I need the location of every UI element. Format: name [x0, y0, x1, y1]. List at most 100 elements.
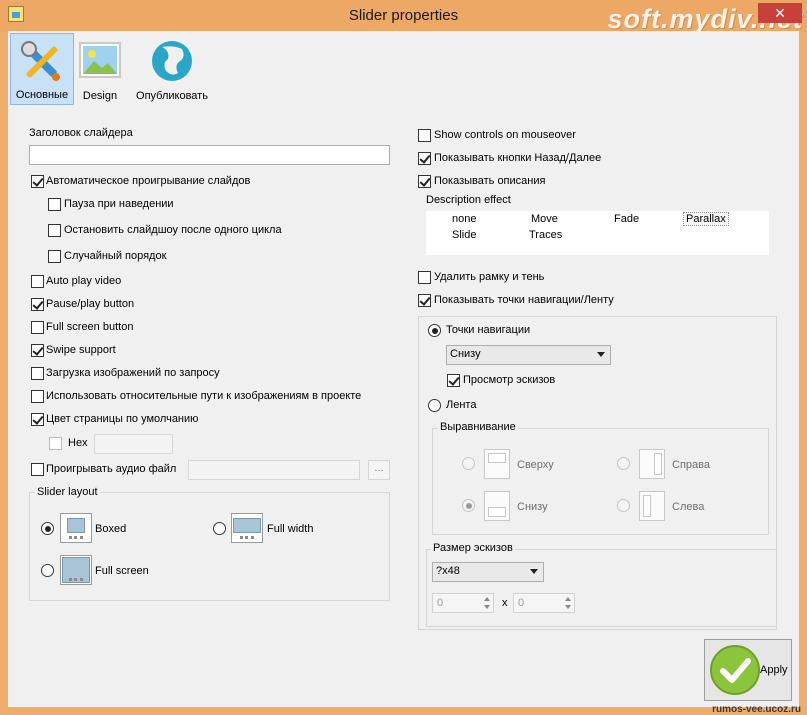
stop-after-cycle-label: Остановить слайдшоу после одного цикла [64, 224, 282, 236]
thumb-size-select[interactable]: ?x48 [432, 562, 544, 582]
auto-play-video-label: Auto play video [46, 275, 122, 287]
random-order-checkbox[interactable] [48, 250, 61, 263]
pause-play-button-checkbox[interactable] [31, 298, 44, 311]
description-effect-list[interactable]: none Move Fade Parallax Slide Traces [426, 211, 769, 255]
show-controls-label: Show controls on mouseover [434, 129, 576, 141]
audio-file-input[interactable] [188, 460, 360, 480]
align-right-label: Справа [672, 459, 710, 471]
show-nav-checkbox[interactable] [418, 294, 431, 307]
full-screen-layout-icon [60, 555, 92, 585]
tab-design-label: Design [82, 90, 118, 102]
close-button[interactable]: ✕ [758, 3, 802, 23]
remove-frame-checkbox[interactable] [418, 271, 431, 284]
page-color-label: Цвет страницы по умолчанию [46, 413, 199, 425]
align-left-label: Слева [672, 501, 705, 513]
layout-full-screen-label: Full screen [95, 565, 149, 577]
align-bottom-label: Снизу [517, 501, 548, 513]
thumb-width-spinner[interactable]: 0 [432, 593, 494, 613]
alignment-title: Выравнивание [438, 421, 518, 433]
hex-label: Hex [68, 437, 88, 449]
apply-button[interactable]: Apply [704, 639, 792, 701]
effect-none[interactable]: none [452, 213, 476, 225]
layout-full-width-radio[interactable] [213, 522, 226, 535]
ribbon-radio[interactable] [428, 399, 441, 412]
align-right-radio[interactable] [617, 457, 630, 470]
thumb-size-title: Размер эскизов [431, 542, 515, 554]
pause-hover-label: Пауза при наведении [64, 198, 174, 210]
auto-play-video-checkbox[interactable] [31, 275, 44, 288]
hex-input[interactable] [94, 434, 173, 454]
full-screen-button-label: Full screen button [46, 321, 134, 333]
dialog-body: Основные Design Опубликовать Заголовок с… [8, 31, 799, 707]
effect-fade[interactable]: Fade [614, 213, 639, 225]
align-bottom-icon [484, 491, 510, 521]
checkmark-icon [710, 645, 760, 695]
pause-play-button-label: Pause/play button [46, 298, 135, 310]
relative-paths-label: Использовать относительные пути к изобра… [46, 390, 362, 402]
align-left-radio[interactable] [617, 499, 630, 512]
nav-points-radio[interactable] [428, 324, 441, 337]
show-descriptions-label: Показывать описания [434, 175, 546, 187]
tab-publish[interactable]: Опубликовать [128, 33, 216, 105]
show-descriptions-checkbox[interactable] [418, 175, 431, 188]
slider-title-input[interactable] [29, 145, 390, 165]
thumbs-preview-checkbox[interactable] [447, 374, 460, 387]
footer-watermark: rumos-vee.ucoz.ru [712, 704, 801, 715]
browse-audio-button[interactable]: ... [368, 460, 390, 480]
layout-full-width-label: Full width [267, 523, 314, 535]
tab-design[interactable]: Design [76, 33, 124, 105]
landscape-picture-icon [79, 42, 121, 78]
nav-points-label: Точки навигации [446, 324, 531, 336]
audio-checkbox[interactable] [31, 463, 44, 476]
align-bottom-radio[interactable] [462, 499, 475, 512]
full-screen-button-checkbox[interactable] [31, 321, 44, 334]
autoplay-checkbox[interactable] [31, 175, 44, 188]
tab-publish-label: Опубликовать [136, 90, 208, 102]
layout-full-screen-radio[interactable] [41, 564, 54, 577]
swipe-support-label: Swipe support [46, 344, 116, 356]
tab-general-label: Основные [15, 89, 69, 101]
nav-position-select[interactable]: Снизу [446, 345, 611, 365]
pause-hover-checkbox[interactable] [48, 198, 61, 211]
thumb-height-spinner[interactable]: 0 [513, 593, 575, 613]
random-order-label: Случайный порядок [64, 250, 167, 262]
audio-label: Проигрывать аудио файл [46, 463, 177, 475]
apply-label: Apply [760, 664, 788, 676]
thumb-size-x-label: x [502, 597, 508, 609]
swipe-support-checkbox[interactable] [31, 344, 44, 357]
thumbs-preview-label: Просмотр эскизов [463, 374, 556, 386]
alignment-group [432, 428, 769, 535]
align-top-label: Сверху [517, 459, 554, 471]
layout-boxed-label: Boxed [95, 523, 127, 535]
thumb-size-group [426, 549, 777, 627]
close-icon: ✕ [774, 5, 786, 21]
boxed-layout-icon [60, 513, 92, 543]
effect-traces[interactable]: Traces [529, 229, 562, 241]
remove-frame-label: Удалить рамку и тень [434, 271, 545, 283]
page-color-checkbox[interactable] [31, 413, 44, 426]
slider-layout-title: Slider layout [35, 486, 100, 498]
stop-after-cycle-checkbox[interactable] [48, 224, 61, 237]
effect-move[interactable]: Move [531, 213, 558, 225]
ribbon-label: Лента [446, 399, 477, 411]
align-right-icon [639, 449, 665, 479]
align-left-icon [639, 491, 665, 521]
slider-title-label: Заголовок слайдера [29, 127, 133, 139]
tab-general[interactable]: Основные [10, 33, 74, 105]
lazy-load-checkbox[interactable] [31, 367, 44, 380]
wrench-screwdriver-icon [21, 41, 60, 81]
autoplay-label: Автоматическое проигрывание слайдов [46, 175, 251, 187]
hex-checkbox[interactable] [49, 437, 62, 450]
lazy-load-label: Загрузка изображений по запросу [46, 367, 220, 379]
relative-paths-checkbox[interactable] [31, 390, 44, 403]
full-width-layout-icon [231, 513, 263, 543]
layout-boxed-radio[interactable] [41, 522, 54, 535]
effect-parallax[interactable]: Parallax [683, 212, 729, 226]
globe-icon [152, 41, 192, 81]
effect-slide[interactable]: Slide [452, 229, 476, 241]
align-top-icon [484, 449, 510, 479]
show-controls-checkbox[interactable] [418, 129, 431, 142]
description-effect-label: Description effect [426, 194, 511, 206]
show-prev-next-checkbox[interactable] [418, 152, 431, 165]
align-top-radio[interactable] [462, 457, 475, 470]
